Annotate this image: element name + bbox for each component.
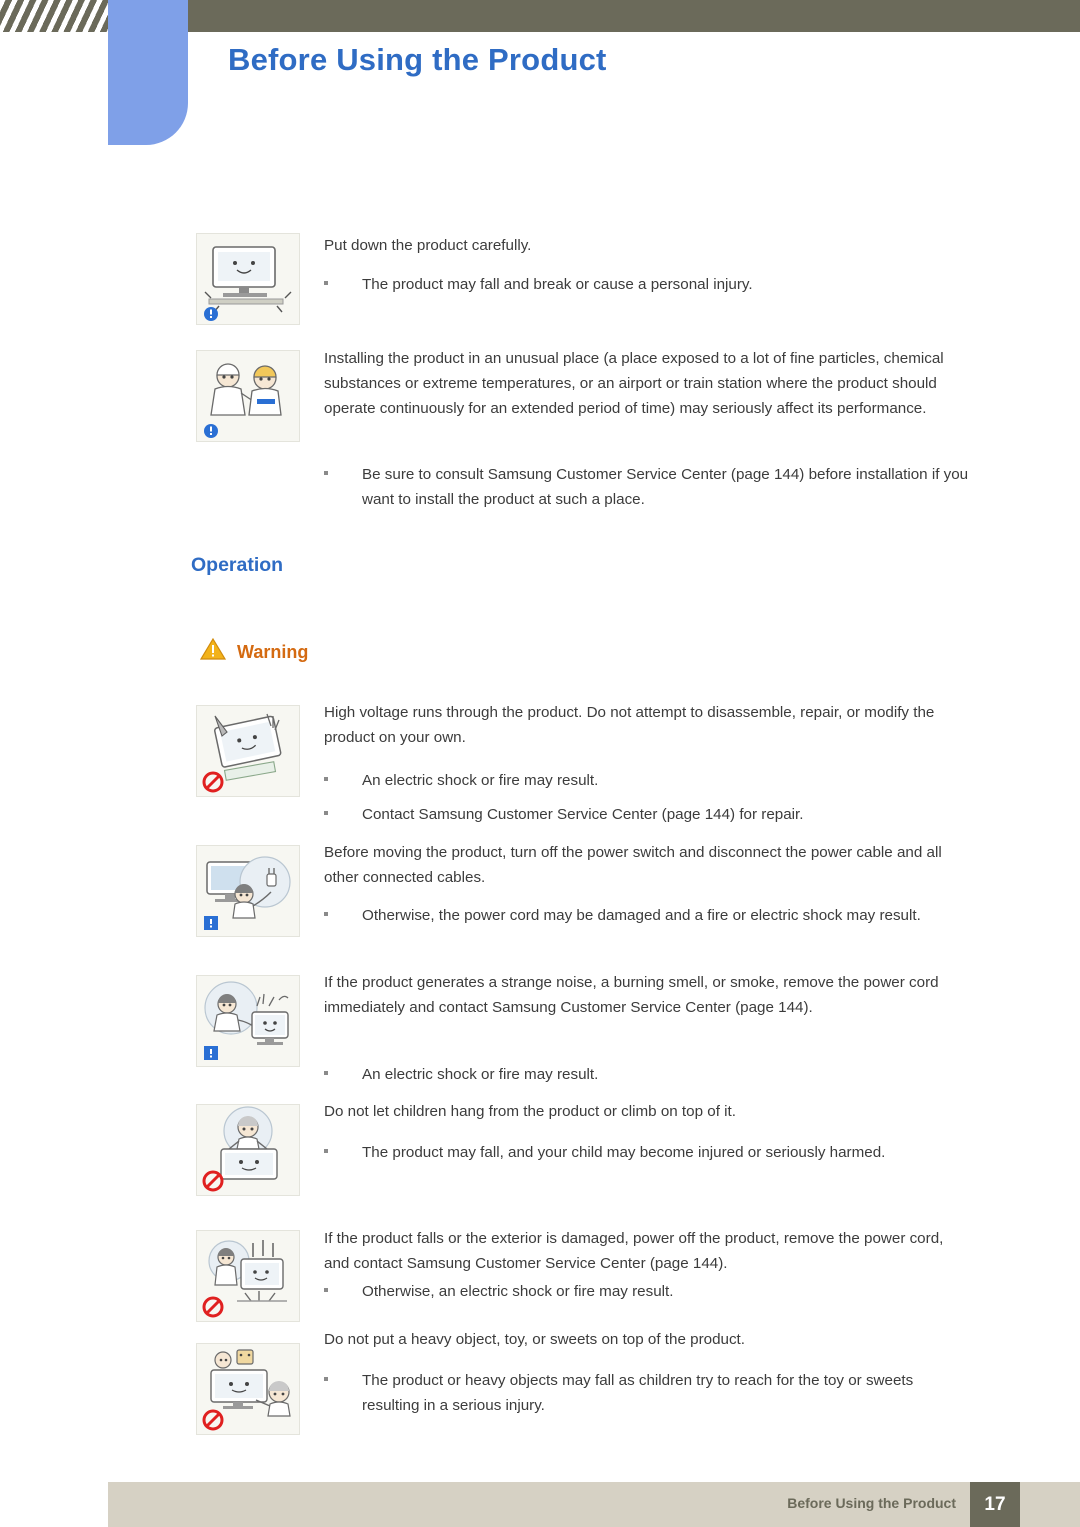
figure-workers-unusual-place — [196, 350, 300, 442]
bullet-text: The product may fall and break or cause … — [362, 276, 753, 293]
page-title: Before Using the Product — [228, 42, 607, 77]
warning-triangle-icon — [199, 637, 227, 666]
figure-unplug-before-moving — [196, 845, 300, 937]
warning-label: Warning — [237, 641, 309, 662]
warning-banner: Warning — [199, 637, 309, 666]
item-1-paragraph: Put down the product carefully. — [324, 237, 532, 254]
bullet-marker — [324, 811, 328, 815]
bullet-marker — [324, 1377, 328, 1381]
bullet-text: The product may fall, and your child may… — [362, 1144, 886, 1161]
bullet-marker — [324, 281, 328, 285]
bullet-marker — [324, 912, 328, 916]
op-item-2-bullet-0: Otherwise, the power cord may be damaged… — [324, 903, 974, 928]
figure-product-falls-damaged — [196, 1230, 300, 1322]
op-item-6-paragraph: Do not put a heavy object, toy, or sweet… — [324, 1331, 745, 1348]
item-1-bullet-0: The product may fall and break or cause … — [324, 272, 974, 297]
bullet-marker — [324, 777, 328, 781]
bullet-text: Be sure to consult Samsung Customer Serv… — [362, 466, 969, 508]
section-heading-operation: Operation — [191, 554, 284, 576]
header-blue-tab-decoration — [108, 0, 188, 145]
figure-no-disassemble — [196, 705, 300, 797]
op-item-3-bullet-0: An electric shock or fire may result. — [324, 1062, 974, 1087]
op-item-4-paragraph: Do not let children hang from the produc… — [324, 1103, 736, 1120]
bullet-text: Otherwise, an electric shock or fire may… — [362, 1283, 674, 1300]
bullet-marker — [324, 1071, 328, 1075]
figure-strange-noise-smoke — [196, 975, 300, 1067]
op-item-5-bullet-0: Otherwise, an electric shock or fire may… — [324, 1279, 974, 1304]
footer-label: Before Using the Product — [787, 1495, 956, 1511]
bullet-marker — [324, 471, 328, 475]
bullet-marker — [324, 1288, 328, 1292]
bullet-text: An electric shock or fire may result. — [362, 1066, 599, 1083]
bullet-text: An electric shock or fire may result. — [362, 772, 599, 789]
bullet-text: Otherwise, the power cord may be damaged… — [362, 907, 921, 924]
op-item-4-bullet-0: The product may fall, and your child may… — [324, 1140, 974, 1165]
page-number: 17 — [970, 1482, 1020, 1527]
op-item-1-paragraph: High voltage runs through the product. D… — [324, 704, 935, 746]
op-item-1-bullet-0: An electric shock or fire may result. — [324, 768, 974, 793]
op-item-1-bullet-1: Contact Samsung Customer Service Center … — [324, 802, 974, 827]
bullet-text: Contact Samsung Customer Service Center … — [362, 806, 804, 823]
bullet-marker — [324, 1149, 328, 1153]
bullet-text: The product or heavy objects may fall as… — [362, 1372, 914, 1414]
figure-no-children-hanging — [196, 1104, 300, 1196]
op-item-6-bullet-0: The product or heavy objects may fall as… — [324, 1368, 974, 1418]
figure-no-heavy-object-on-top — [196, 1343, 300, 1435]
item-2-paragraph: Installing the product in an unusual pla… — [324, 350, 944, 417]
item-2-bullet-0: Be sure to consult Samsung Customer Serv… — [324, 462, 974, 512]
figure-monitor-place-down — [196, 233, 300, 325]
op-item-5-paragraph: If the product falls or the exterior is … — [324, 1230, 944, 1272]
header-hatch-decoration — [0, 0, 108, 32]
op-item-2-paragraph: Before moving the product, turn off the … — [324, 844, 942, 886]
op-item-3-paragraph: If the product generates a strange noise… — [324, 974, 939, 1016]
